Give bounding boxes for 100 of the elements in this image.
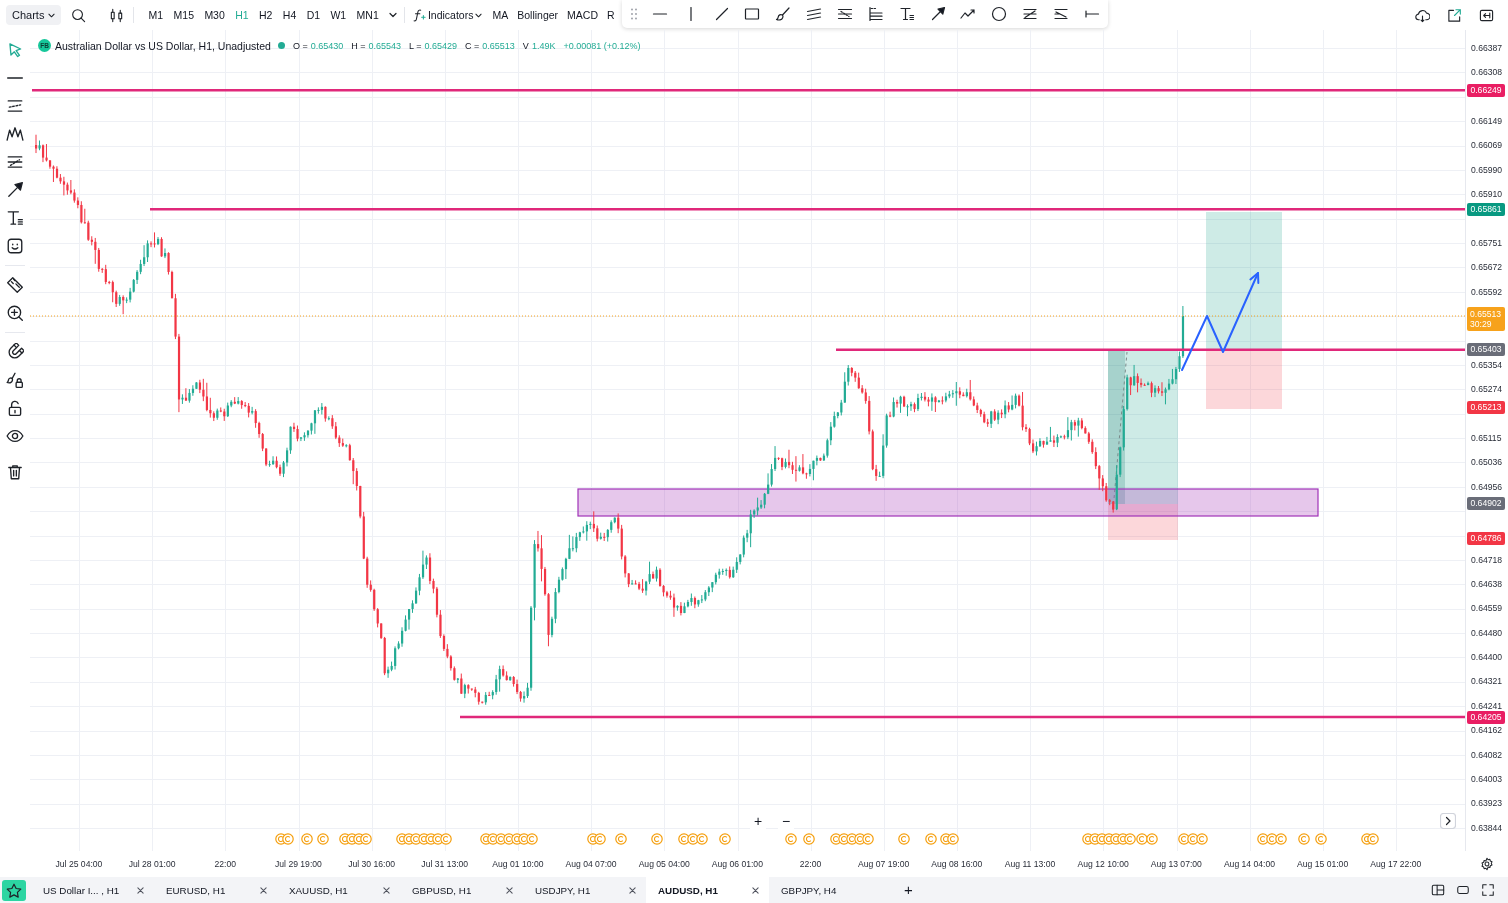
price-axis-label: 0.64082 [1471, 748, 1503, 761]
event-marker-icon[interactable] [719, 833, 731, 845]
close-icon[interactable] [629, 886, 636, 894]
brush-lock-icon[interactable] [6, 371, 24, 389]
parallel-channel-icon[interactable] [6, 97, 24, 115]
timeframe-tab[interactable]: M1 [143, 5, 169, 25]
event-marker-icon[interactable] [898, 833, 910, 845]
settings-icon[interactable] [1479, 857, 1494, 871]
ruler-icon[interactable] [6, 276, 24, 294]
magnet-icon[interactable] [6, 343, 24, 361]
fullscreen-icon[interactable] [1481, 883, 1495, 897]
arrow-icon[interactable] [929, 6, 946, 22]
text-icon[interactable] [6, 209, 24, 227]
event-marker-icon[interactable] [339, 833, 372, 845]
exit-icon[interactable] [1479, 7, 1494, 23]
trash-icon[interactable] [6, 463, 24, 481]
countdown-timer: 30:29 [1470, 318, 1492, 329]
indicator-button[interactable]: MA [492, 5, 509, 25]
event-marker-icon[interactable] [1315, 833, 1327, 845]
drag-handle-icon[interactable] [631, 8, 637, 20]
parallel-channel-icon[interactable] [806, 6, 823, 22]
event-marker-icon[interactable] [651, 833, 663, 845]
timeframe-tab[interactable]: M30 [199, 5, 230, 25]
event-marker-icon[interactable] [1257, 833, 1287, 845]
lines-icon[interactable] [1053, 6, 1070, 22]
timeframe-tab[interactable]: H4 [277, 5, 302, 25]
close-icon[interactable] [506, 886, 513, 894]
cursor-icon[interactable] [6, 41, 24, 59]
candlestick-icon[interactable] [109, 7, 125, 23]
event-marker-icon[interactable] [317, 833, 329, 845]
time-axis-label: Aug 05 04:00 [638, 859, 690, 869]
chart-tab[interactable]: AUDUSD, H1 [646, 877, 769, 903]
chart-tab[interactable]: USDJPY, H1 [523, 877, 646, 903]
ohlc-value: 0.65430 [310, 40, 344, 51]
timeframe-tab[interactable]: M15 [168, 5, 200, 25]
fibonacci-icon[interactable] [6, 153, 24, 171]
close-icon[interactable] [137, 886, 144, 894]
close-icon[interactable] [260, 886, 267, 894]
fibonacci-extension-icon[interactable] [867, 6, 884, 22]
trend-line-icon[interactable] [713, 6, 730, 22]
timeframe-tab[interactable]: H2 [253, 5, 278, 25]
external-link-icon[interactable] [1447, 7, 1462, 23]
lines-icon[interactable] [1022, 6, 1039, 22]
time-axis-label: Aug 12 10:00 [1077, 859, 1129, 869]
price-axis-label: 0.64480 [1471, 626, 1503, 639]
circle-icon[interactable] [991, 6, 1008, 22]
event-marker-icon[interactable] [275, 833, 294, 845]
event-marker-icon[interactable] [830, 833, 874, 845]
chart-tab[interactable]: US Dollar I... , H1 [31, 877, 154, 903]
indicator-button[interactable]: MACD [567, 5, 598, 25]
fibonacci-icon[interactable] [837, 6, 853, 22]
text-icon[interactable] [898, 6, 915, 22]
cloud-icon[interactable] [1415, 7, 1430, 23]
price-axis-label: 0.65990 [1471, 163, 1503, 176]
event-marker-icon[interactable] [301, 833, 313, 845]
chart-tab[interactable]: EURUSD, H1 [154, 877, 277, 903]
unlocked-padlock-icon[interactable] [6, 399, 24, 417]
event-marker-icon[interactable] [587, 833, 606, 845]
arrow-icon[interactable] [6, 181, 24, 199]
chart-tab[interactable]: XAUUSD, H1 [277, 877, 400, 903]
close-icon[interactable] [752, 886, 759, 894]
zoom-in-icon[interactable] [6, 304, 24, 322]
time-axis-label: Jul 28 01:00 [128, 859, 176, 869]
zigzag-pattern-icon[interactable] [6, 125, 24, 143]
window-icon[interactable] [1456, 883, 1470, 897]
search-icon[interactable] [71, 7, 87, 23]
event-marker-icon[interactable] [1361, 833, 1379, 845]
event-marker-icon[interactable] [1178, 833, 1208, 845]
sticker-icon[interactable] [6, 237, 24, 255]
timeframe-tab[interactable]: W1 [325, 5, 352, 25]
caret-icon[interactable] [388, 12, 397, 18]
ohlc-label: O = [292, 40, 308, 51]
eye-icon[interactable] [6, 427, 24, 445]
timeframe-tab[interactable]: MN1 [351, 5, 384, 25]
event-marker-icon[interactable] [803, 833, 815, 845]
timeframe-tab[interactable]: D1 [301, 5, 326, 25]
event-marker-icon[interactable] [785, 833, 797, 845]
layout-icon[interactable] [1431, 883, 1445, 897]
chart-tab[interactable]: GBPJPY, H4 [769, 877, 892, 903]
event-marker-icon[interactable] [925, 833, 937, 845]
indicator-button[interactable]: Bollinger [517, 5, 559, 25]
event-marker-icon[interactable] [940, 833, 959, 845]
rectangle-icon[interactable] [744, 6, 761, 22]
chart-title: Australian Dollar vs US Dollar, H1, Unadjusted [55, 39, 271, 52]
event-marker-icon[interactable] [678, 833, 708, 845]
price-axis-label: 0.65910 [1471, 188, 1503, 201]
price-axis-label: 0.64638 [1471, 578, 1503, 591]
charts-menu-button[interactable]: Charts [6, 5, 62, 25]
event-marker-icon[interactable] [480, 833, 538, 845]
indicators-menu-button[interactable]: Indicators [411, 5, 483, 25]
close-icon[interactable] [383, 886, 390, 894]
chart-tab[interactable]: GBPUSD, H1 [400, 877, 523, 903]
chevron-right-icon[interactable] [1440, 813, 1456, 829]
event-marker-icon[interactable] [1082, 833, 1158, 845]
event-marker-icon[interactable] [615, 833, 627, 845]
add-tab-button[interactable]: + [904, 880, 913, 900]
event-marker-icon[interactable] [396, 833, 452, 845]
indicator-button[interactable]: R [607, 5, 615, 25]
brush-icon[interactable] [775, 6, 792, 22]
event-marker-icon[interactable] [1298, 833, 1310, 845]
